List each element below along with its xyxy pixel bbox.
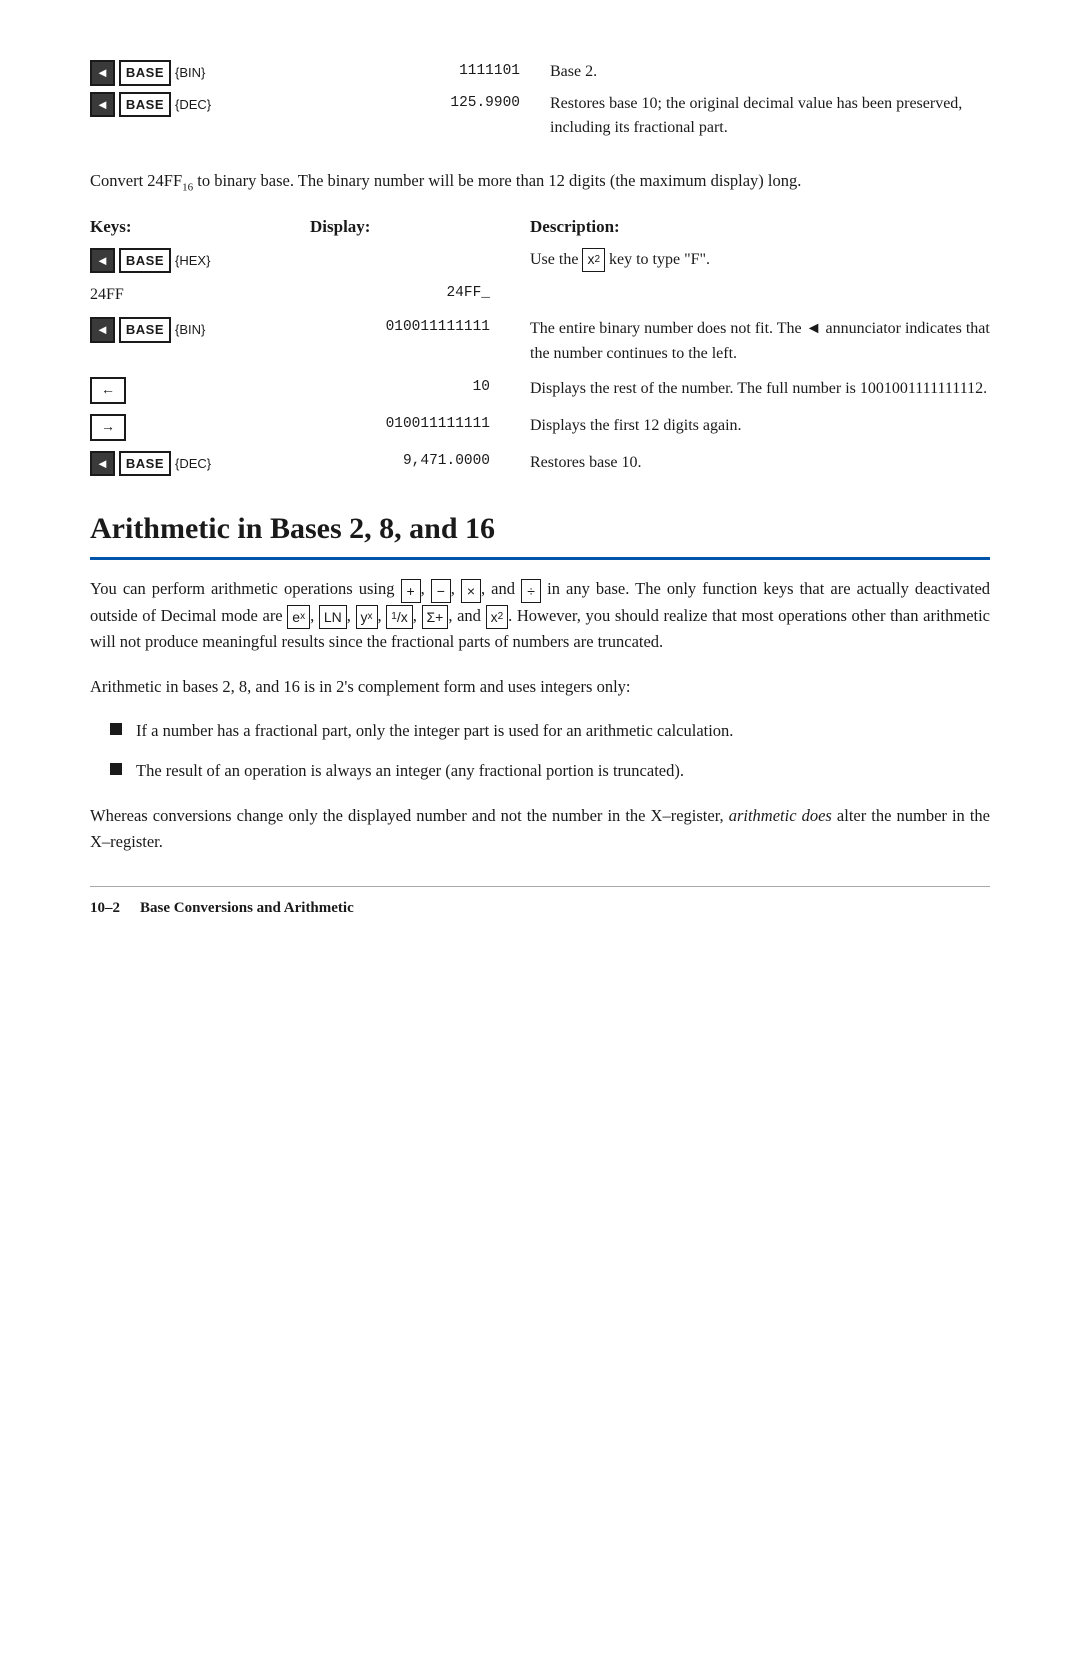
row-right-keys: → [90, 414, 310, 441]
right-arrow-key-line: → [90, 414, 310, 441]
convert-text-1: Convert 24FF [90, 171, 182, 190]
1x-key: 1/x [386, 605, 412, 629]
24ff-text: 24FF [90, 283, 124, 307]
table-row-dec: ◄ BASE {DEC} 9,471.0000 Restores base 10… [90, 451, 990, 477]
24ff-key-line: 24FF [90, 283, 310, 307]
convert-text-2: to binary base. The binary number will b… [193, 171, 801, 190]
bin-key-line: ◄ BASE {BIN} [90, 317, 310, 343]
footer: 10–2 Base Conversions and Arithmetic [90, 886, 990, 920]
row-hex-desc: Use the x2 key to type "F". [530, 248, 990, 273]
header-keys: Keys: [90, 214, 310, 240]
dec-label-main: {DEC} [175, 454, 211, 474]
sigma-key: Σ+ [422, 605, 449, 629]
bin-display-val: 010011111111 [386, 317, 490, 339]
bin-label-main: {BIN} [175, 320, 205, 340]
bullet-square-1 [110, 723, 122, 735]
row-bin-display: 010011111111 [310, 317, 530, 339]
row-bin-keys: ◄ BASE {BIN} [90, 317, 310, 343]
row-left-keys: ← [90, 377, 310, 404]
row-dec-keys: ◄ BASE {DEC} [90, 451, 310, 477]
shift-key-dec: ◄ [90, 451, 115, 477]
paragraph-1: You can perform arithmetic operations us… [90, 576, 990, 655]
shift-key-bin: ◄ [90, 317, 115, 343]
left-arrow-key-line: ← [90, 377, 310, 404]
ex-key: ex [287, 605, 310, 629]
bin-label-1: {BIN} [175, 63, 205, 83]
row-hex-keys: ◄ BASE {HEX} [90, 248, 310, 274]
x2-key: x2 [486, 605, 509, 629]
row-left-desc: Displays the rest of the number. The ful… [530, 377, 990, 402]
top-row2-keys: ◄ BASE {DEC} [90, 92, 350, 118]
table-row-hex: ◄ BASE {HEX} Use the x2 key to type "F". [90, 248, 990, 274]
left-display-val: 10 [473, 377, 490, 399]
top-row2-desc: Restores base 10; the original decimal v… [550, 92, 990, 140]
base-key-2: BASE [119, 92, 171, 118]
row-right-desc: Displays the first 12 digits again. [530, 414, 990, 439]
dec-label-1: {DEC} [175, 95, 211, 115]
header-display: Display: [310, 214, 530, 240]
left-arrow-key: ← [90, 377, 126, 404]
bullet-text-2: The result of an operation is always an … [136, 758, 684, 784]
display-value-2: 125.9900 [450, 95, 520, 111]
section-heading: Arithmetic in Bases 2, 8, and 16 [90, 506, 990, 560]
plus-key: + [401, 579, 421, 603]
bullet-list: If a number has a fractional part, only … [110, 718, 990, 785]
row-right-display: 010011111111 [310, 414, 530, 436]
row-24ff-keys: 24FF [90, 283, 310, 307]
shift-key-hex: ◄ [90, 248, 115, 274]
row-dec-display: 9,471.0000 [310, 451, 530, 473]
convert-paragraph: Convert 24FF16 to binary base. The binar… [90, 168, 990, 197]
minus-key: − [431, 579, 451, 603]
top-table-row-2: ◄ BASE {DEC} 125.9900 Restores base 10; … [90, 92, 990, 140]
top-table: ◄ BASE {BIN} 1111101 Base 2. ◄ BASE {DEC… [90, 60, 990, 140]
row-dec-desc: Restores base 10. [530, 451, 990, 476]
hex-label: {HEX} [175, 251, 210, 271]
row-24ff-display: 24FF_ [310, 283, 530, 305]
x2-key-inline-1: x2 [582, 248, 605, 272]
hex-key-line: ◄ BASE {HEX} [90, 248, 310, 274]
bullet-item-2: The result of an operation is always an … [110, 758, 990, 784]
para3-start: Whereas conversions change only the disp… [90, 806, 724, 825]
right-display-val: 010011111111 [386, 414, 490, 436]
times-key: × [461, 579, 481, 603]
header-desc: Description: [530, 214, 990, 240]
table-row-left-arrow: ← 10 Displays the rest of the number. Th… [90, 377, 990, 404]
row-left-display: 10 [310, 377, 530, 399]
shift-key-1: ◄ [90, 60, 115, 86]
row-bin-desc: The entire binary number does not fit. T… [530, 317, 990, 367]
ln-key: LN [319, 605, 347, 629]
base-key-hex: BASE [119, 248, 171, 274]
right-arrow-key: → [90, 414, 126, 441]
top-table-row-1: ◄ BASE {BIN} 1111101 Base 2. [90, 60, 990, 86]
div-key: ÷ [521, 579, 541, 603]
main-table: Keys: Display: Description: ◄ BASE {HEX}… [90, 214, 990, 476]
convert-subscript: 16 [182, 181, 193, 193]
paragraph-2: Arithmetic in bases 2, 8, and 16 is in 2… [90, 674, 990, 700]
yx-key: yx [356, 605, 378, 629]
dec-key-line: ◄ BASE {DEC} [90, 451, 310, 477]
top-row1-keys: ◄ BASE {BIN} [90, 60, 350, 86]
top-row1-display: 1111101 [350, 60, 550, 83]
table-header-row: Keys: Display: Description: [90, 214, 990, 240]
bullet-text-1: If a number has a fractional part, only … [136, 718, 733, 744]
dec-display-val: 9,471.0000 [403, 451, 490, 473]
bullet-item-1: If a number has a fractional part, only … [110, 718, 990, 744]
para3-italic: arithmetic does [729, 806, 832, 825]
base-key-bin: BASE [119, 317, 171, 343]
shift-key-2: ◄ [90, 92, 115, 118]
table-row-right-arrow: → 010011111111 Displays the first 12 dig… [90, 414, 990, 441]
paragraph-3: Whereas conversions change only the disp… [90, 803, 990, 856]
top-row2-display: 125.9900 [350, 92, 550, 115]
table-row-bin: ◄ BASE {BIN} 010011111111 The entire bin… [90, 317, 990, 367]
base-key-dec: BASE [119, 451, 171, 477]
top-row1-desc: Base 2. [550, 60, 990, 84]
24ff-display-val: 24FF_ [446, 283, 490, 305]
footer-page-number: 10–2 [90, 897, 120, 920]
table-row-24ff: 24FF 24FF_ [90, 283, 990, 307]
bullet-square-2 [110, 763, 122, 775]
display-value-1: 1111101 [459, 63, 520, 79]
footer-title: Base Conversions and Arithmetic [140, 897, 354, 920]
base-key-1: BASE [119, 60, 171, 86]
